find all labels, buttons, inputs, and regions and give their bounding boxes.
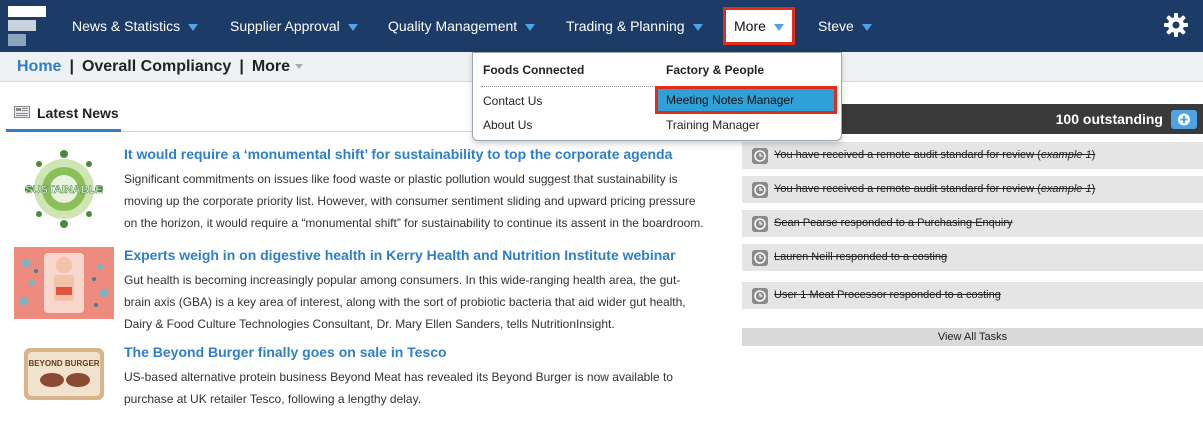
menu-item-meeting-notes-manager[interactable]: Meeting Notes Manager [655,86,837,114]
news-article: Experts weigh in on digestive health in … [6,247,730,337]
menu-item-about-us[interactable]: About Us [483,118,532,132]
chevron-down-icon [861,23,872,31]
task-row[interactable]: Sean Pearse responded to a Purchasing En… [742,210,1203,238]
breadcrumb-more-label: More [251,58,291,75]
chevron-down-icon [295,64,304,70]
nav-quality-management-label: Quality Management [388,18,518,34]
plus-icon[interactable] [1171,110,1197,129]
dropdown-divider [481,86,653,87]
news-article-title[interactable]: Experts weigh in on digestive health in … [124,247,676,263]
chevron-down-icon [525,23,536,31]
task-text: User 1 Meat Processor responded to a cos… [774,289,1001,301]
sustainable-globe-image: SUSTAINABLE [14,146,114,232]
clock-icon [752,288,768,304]
top-nav-bar: News & Statistics Supplier Approval Qual… [0,0,1203,52]
news-article-summary: Significant commitments on issues like f… [124,172,704,230]
tab-latest-news[interactable]: Latest News [6,94,121,132]
more-dropdown-menu: Foods Connected Contact Us About Us Fact… [472,52,842,141]
task-text-main: You have received a remote audit standar… [774,149,1041,161]
thumb-sustainable-text: SUSTAINABLE [25,184,102,196]
breadcrumb-separator: | [239,58,244,75]
breadcrumb-section[interactable]: Overall Compliancy [82,58,231,75]
task-text-main: You have received a remote audit standar… [774,183,1041,195]
newspaper-icon [14,106,30,118]
nav-news-statistics-label: News & Statistics [72,18,181,34]
news-article-title[interactable]: It would require a ‘monumental shift’ fo… [124,146,672,162]
task-text-example: example 1 [1040,183,1092,195]
task-row[interactable]: You have received a remote audit standar… [742,176,1203,204]
nav-user-menu[interactable]: Steve [818,0,872,52]
news-panel-title: Latest News [37,105,119,121]
task-text: You have received a remote audit standar… [774,183,1095,195]
nav-trading-planning[interactable]: Trading & Planning [566,0,703,52]
clock-icon [752,182,768,198]
nav-news-statistics[interactable]: News & Statistics [72,0,199,52]
clock-icon [752,250,768,266]
nav-more-label: More [734,18,766,34]
breadcrumb-separator: | [69,58,74,75]
task-text: Lauren Neill responded to a costing [774,251,948,263]
clock-icon [752,216,768,232]
nav-user-label: Steve [818,18,854,34]
task-text: Sean Pearse responded to a Purchasing En… [774,217,1013,229]
task-text-close: ) [1091,183,1096,195]
nav-more[interactable]: More [723,7,795,45]
logo-icon[interactable] [8,6,46,46]
task-text-example: example 1 [1040,149,1092,161]
view-all-tasks-button[interactable]: View All Tasks [742,328,1203,346]
clock-icon [752,148,768,164]
nav-trading-planning-label: Trading & Planning [566,18,685,34]
chevron-down-icon [692,23,703,31]
news-article-title[interactable]: The Beyond Burger finally goes on sale i… [124,344,447,360]
news-article: BEYOND BURGER The Beyond Burger finally … [6,344,730,414]
breadcrumb-home-link[interactable]: Home [17,58,61,75]
tasks-outstanding-count: 100 outstanding [1055,111,1163,127]
chevron-down-icon [773,23,784,31]
task-text: You have received a remote audit standar… [774,149,1095,161]
news-article-summary: US-based alternative protein business Be… [124,370,673,406]
nav-supplier-approval-label: Supplier Approval [230,18,340,34]
nav-quality-management[interactable]: Quality Management [388,0,536,52]
beyond-burger-image: BEYOND BURGER [14,344,114,404]
task-row[interactable]: Lauren Neill responded to a costing [742,244,1203,272]
chevron-down-icon [188,23,199,31]
gear-icon[interactable] [1163,12,1189,38]
thumb-beyond-burger-text: BEYOND BURGER [28,359,99,368]
gut-health-image [14,247,114,319]
task-row[interactable]: You have received a remote audit standar… [742,142,1203,170]
task-row[interactable]: User 1 Meat Processor responded to a cos… [742,282,1203,310]
dropdown-heading-factory-people: Factory & People [666,63,765,77]
dropdown-divider [658,86,834,87]
menu-item-training-manager[interactable]: Training Manager [666,118,760,132]
breadcrumb: Home | Overall Compliancy | More [17,58,304,76]
breadcrumb-more[interactable]: More [251,58,304,75]
menu-item-contact-us[interactable]: Contact Us [483,94,542,108]
dropdown-heading-foods-connected: Foods Connected [483,63,585,77]
nav-supplier-approval[interactable]: Supplier Approval [230,0,358,52]
news-article: SUSTAINABLE It would require a ‘monument… [6,146,730,240]
chevron-down-icon [347,23,358,31]
news-article-summary: Gut health is becoming increasingly popu… [124,273,686,331]
task-text-close: ) [1091,149,1096,161]
latest-news-panel: Latest News SUSTAINABLE It would require… [6,94,730,434]
